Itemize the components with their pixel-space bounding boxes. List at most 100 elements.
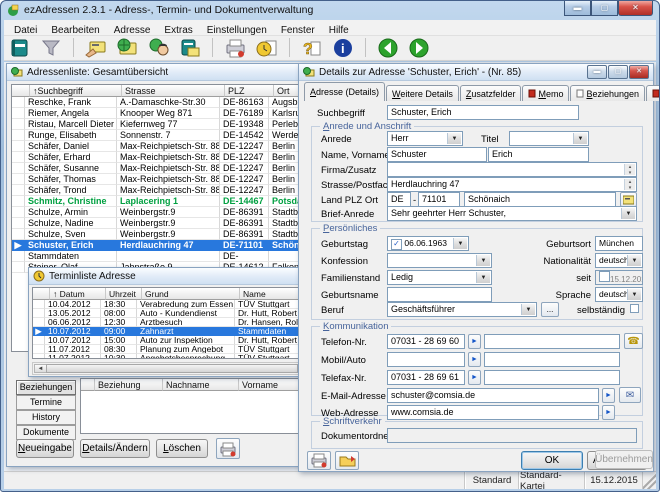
ort-input[interactable]: Schönaich <box>464 192 616 207</box>
print-details-button[interactable] <box>307 451 331 470</box>
edit-details-button[interactable]: Details/Ändern <box>80 439 150 458</box>
tab-adresse-details[interactable]: Adresse (Details) <box>304 82 385 101</box>
chevron-down-icon[interactable]: ▼ <box>521 304 535 315</box>
plz-lookup-button[interactable] <box>620 192 637 207</box>
suchbegriff-input[interactable]: Schuster, Erich <box>387 105 579 120</box>
relations-side-button[interactable]: Dokumente <box>16 425 76 440</box>
telefon-input[interactable]: 07031 - 28 69 60 <box>387 334 465 349</box>
sprache-select[interactable]: deutsch▼ <box>595 287 643 302</box>
delete-button[interactable]: Löschen <box>156 439 208 458</box>
chevron-down-icon[interactable]: ▼ <box>573 133 587 144</box>
close-button[interactable]: ✕ <box>629 65 649 79</box>
menu-item[interactable]: Bearbeiten <box>44 23 106 36</box>
ok-button[interactable]: OK <box>521 451 583 470</box>
land-input[interactable]: DE <box>387 192 411 207</box>
tab-termine[interactable]: Termine <box>646 85 660 101</box>
open-web-button[interactable]: ► <box>602 405 615 420</box>
info-icon[interactable]: i <box>329 37 356 59</box>
card-index-icon[interactable] <box>177 37 204 59</box>
relations-selector-header[interactable] <box>81 379 95 391</box>
column-header-plz[interactable]: PLZ <box>225 85 274 97</box>
tab-memo[interactable]: Memo <box>522 85 569 101</box>
dial-telefon-button[interactable]: ► <box>468 334 481 349</box>
dial-mobil-button[interactable]: ► <box>468 352 481 367</box>
chevron-down-icon[interactable]: ▼ <box>621 208 635 219</box>
firma-input[interactable]: ▴▾ <box>387 162 637 177</box>
new-address-icon[interactable] <box>82 37 109 59</box>
tab-zusatzfelder[interactable]: Zusatzfelder <box>460 85 522 101</box>
phone-dialer-button[interactable]: ☎ <box>624 333 643 349</box>
menu-item[interactable]: Adresse <box>107 23 158 36</box>
tab-weitere-details[interactable]: Weitere Details <box>386 85 459 101</box>
telefon2-input[interactable] <box>484 334 620 349</box>
spinner-icon[interactable]: ▴▾ <box>624 179 635 190</box>
strasse-input[interactable]: Herdlauchring 47▴▾ <box>387 177 637 192</box>
search-person-icon[interactable] <box>145 37 172 59</box>
print-list-button[interactable] <box>216 438 240 459</box>
column-header-suchbegriff[interactable]: ↑Suchbegriff <box>30 85 122 97</box>
mobil-input[interactable] <box>387 352 465 367</box>
selbstaendig-checkbox[interactable] <box>630 304 639 313</box>
chevron-down-icon[interactable]: ▼ <box>476 272 490 283</box>
resize-grip[interactable] <box>643 472 656 489</box>
checkbox-unchecked-icon[interactable] <box>599 271 610 282</box>
web-input[interactable]: www.comsia.de <box>387 405 599 420</box>
apply-button[interactable]: Übernehmen <box>595 450 653 469</box>
menu-item[interactable]: Einstellungen <box>200 23 274 36</box>
selector-column-header[interactable] <box>12 85 30 97</box>
tab-beziehungen[interactable]: Beziehungen <box>570 85 645 101</box>
nachname-input[interactable]: Schuster <box>387 147 487 162</box>
plz-input[interactable]: 71101 <box>418 192 460 207</box>
geburtsname-input[interactable] <box>387 287 492 302</box>
relations-side-button[interactable]: History <box>16 410 76 425</box>
nationalitaet-select[interactable]: deutsch▼ <box>595 253 643 268</box>
familienstand-select[interactable]: Ledig▼ <box>387 270 492 285</box>
reminder-icon[interactable] <box>253 37 280 59</box>
geburtsort-input[interactable]: München <box>595 236 643 251</box>
dokumentordner-input[interactable] <box>387 428 637 443</box>
help-icon[interactable]: ? <box>298 37 325 59</box>
scrollbar-thumb[interactable] <box>46 364 298 373</box>
relations-side-button[interactable]: Termine <box>16 395 76 410</box>
geburtstag-date[interactable]: ✓ 06.06.1963▼ <box>387 236 469 251</box>
chevron-down-icon[interactable]: ▼ <box>627 289 641 300</box>
filter-icon[interactable] <box>37 37 64 59</box>
chevron-down-icon[interactable]: ▼ <box>627 255 641 266</box>
chevron-down-icon[interactable]: ▼ <box>447 133 461 144</box>
open-folder-button[interactable] <box>335 451 359 470</box>
selector-column-header[interactable] <box>33 288 50 300</box>
brief-anrede-select[interactable]: Sehr geehrter Herr Schuster,▼ <box>387 206 637 221</box>
new-entry-button[interactable]: Neueingabe <box>16 439 74 458</box>
spinner-icon[interactable]: ▴▾ <box>624 164 635 175</box>
chevron-down-icon[interactable]: ▼ <box>453 238 467 249</box>
minimize-button[interactable]: ▬ <box>564 1 591 16</box>
vorname-input[interactable]: Erich <box>488 147 589 162</box>
chevron-down-icon[interactable]: ▼ <box>476 255 490 266</box>
mobil2-input[interactable] <box>484 352 620 367</box>
email-input[interactable]: schuster@comsia.de <box>387 388 599 403</box>
relations-column-beziehung[interactable]: Beziehung <box>95 379 163 391</box>
maximize-button[interactable]: ▢ <box>591 1 618 16</box>
address-book-icon[interactable] <box>6 37 33 59</box>
maximize-button[interactable]: ▢ <box>608 65 628 79</box>
column-header-uhrzeit[interactable]: Uhrzeit <box>106 288 142 300</box>
back-icon[interactable] <box>374 37 401 59</box>
edit-address-icon[interactable] <box>114 37 141 59</box>
open-email-button[interactable]: ► <box>602 388 615 403</box>
details-titlebar[interactable]: Details zur Adresse 'Schuster, Erich' - … <box>299 64 653 81</box>
menu-item[interactable]: Fenster <box>274 23 322 36</box>
checkbox-checked-icon[interactable]: ✓ <box>391 239 402 250</box>
menu-item[interactable]: Extras <box>157 23 199 36</box>
close-button[interactable]: ✕ <box>618 1 653 16</box>
minimize-button[interactable]: ▬ <box>587 65 607 79</box>
relations-column-nachname[interactable]: Nachname <box>163 379 239 391</box>
beruf-more-button[interactable]: ... <box>541 302 559 317</box>
send-mail-button[interactable]: ✉ <box>619 387 641 403</box>
column-header-datum[interactable]: ↑ Datum <box>50 288 106 300</box>
anrede-select[interactable]: Herr▼ <box>387 131 463 146</box>
dial-telefax-button[interactable]: ► <box>468 370 481 385</box>
menu-item[interactable]: Datei <box>7 23 44 36</box>
konfession-select[interactable]: ▼ <box>387 253 492 268</box>
forward-icon[interactable] <box>406 37 433 59</box>
print-icon[interactable] <box>222 37 249 59</box>
